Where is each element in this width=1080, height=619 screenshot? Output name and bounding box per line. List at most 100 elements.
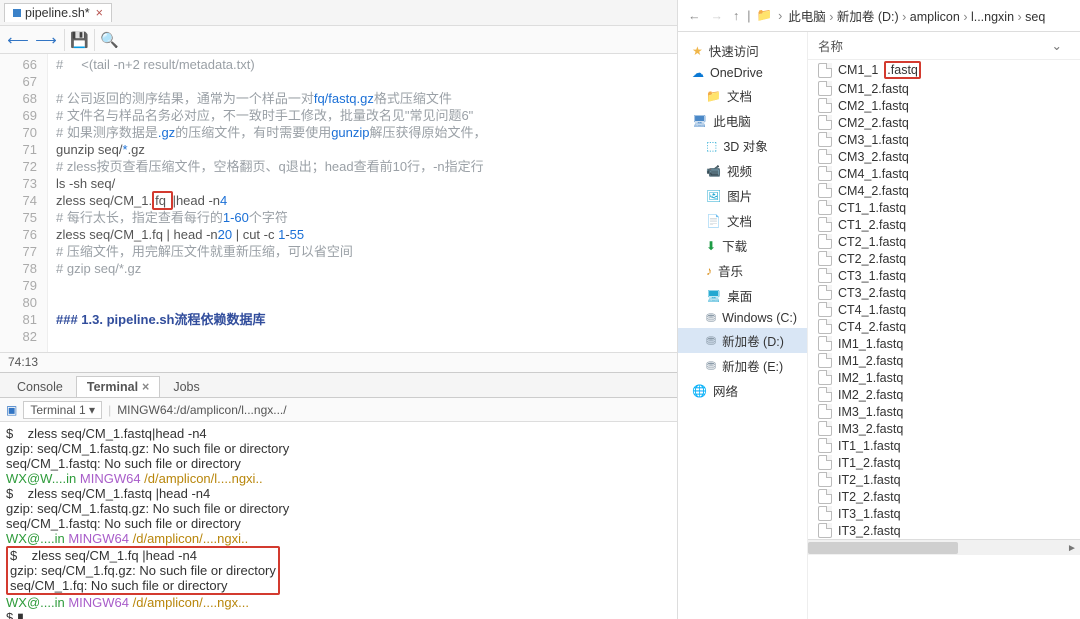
scroll-thumb[interactable] bbox=[808, 542, 958, 554]
line-gutter: 6667686970717273747576777879808182 bbox=[0, 54, 48, 352]
nav-item[interactable]: 🖼图片 bbox=[678, 183, 807, 208]
code-editor[interactable]: 6667686970717273747576777879808182 # <(t… bbox=[0, 54, 677, 352]
panel-tab-console[interactable]: Console bbox=[6, 376, 74, 397]
file-row[interactable]: CT1_2.fastq bbox=[808, 216, 1080, 233]
file-icon bbox=[818, 455, 832, 470]
explorer-breadcrumb[interactable]: ← → ↑ | 📁 › 此电脑 › 新加卷 (D:) › amplicon › … bbox=[678, 0, 1080, 32]
file-row[interactable]: IT2_1.fastq bbox=[808, 471, 1080, 488]
file-row[interactable]: CM1_2.fastq bbox=[808, 80, 1080, 97]
file-row[interactable]: IM3_1.fastq bbox=[808, 403, 1080, 420]
column-header-name[interactable]: 名称 ⌄ bbox=[808, 32, 1080, 60]
panel-tabs: ConsoleTerminal×Jobs bbox=[0, 372, 677, 398]
net-icon: 🌐 bbox=[692, 384, 707, 398]
breadcrumb-path[interactable]: 此电脑 › 新加卷 (D:) › amplicon › l...ngxin › … bbox=[788, 6, 1045, 25]
file-row[interactable]: CM4_2.fastq bbox=[808, 182, 1080, 199]
new-terminal-icon[interactable]: ▣ bbox=[6, 403, 17, 417]
nav-item[interactable]: 🌐网络 bbox=[678, 378, 807, 403]
download-icon: ⬇ bbox=[706, 239, 716, 253]
forward-icon[interactable]: ⟶ bbox=[34, 29, 58, 51]
nav-item[interactable]: 📄文档 bbox=[678, 208, 807, 233]
file-row[interactable]: CT2_2.fastq bbox=[808, 250, 1080, 267]
nav-item[interactable]: ★快速访问 bbox=[678, 38, 807, 63]
nav-item[interactable]: ⬚3D 对象 bbox=[678, 133, 807, 158]
scroll-right-icon[interactable]: ► bbox=[1064, 540, 1080, 556]
file-list[interactable]: 名称 ⌄ CM1_1.fastqCM1_2.fastqCM2_1.fastqCM… bbox=[808, 32, 1080, 619]
file-row[interactable]: CM2_1.fastq bbox=[808, 97, 1080, 114]
file-row[interactable]: CM3_1.fastq bbox=[808, 131, 1080, 148]
file-icon bbox=[818, 115, 832, 130]
panel-tab-jobs[interactable]: Jobs bbox=[162, 376, 210, 397]
nav-fwd-icon[interactable]: → bbox=[709, 9, 726, 23]
star-icon: ★ bbox=[692, 44, 703, 58]
file-row[interactable]: CT4_1.fastq bbox=[808, 301, 1080, 318]
file-icon bbox=[818, 353, 832, 368]
file-row[interactable]: CT3_2.fastq bbox=[808, 284, 1080, 301]
file-icon bbox=[818, 268, 832, 283]
nav-item[interactable]: ☁OneDrive bbox=[678, 63, 807, 83]
file-row[interactable]: IT1_2.fastq bbox=[808, 454, 1080, 471]
file-row[interactable]: IT3_1.fastq bbox=[808, 505, 1080, 522]
file-icon bbox=[818, 421, 832, 436]
nav-item[interactable]: ⛃Windows (C:) bbox=[678, 308, 807, 328]
file-icon bbox=[818, 98, 832, 113]
file-row[interactable]: IT2_2.fastq bbox=[808, 488, 1080, 505]
nav-back-icon[interactable]: ← bbox=[686, 9, 703, 23]
file-icon bbox=[818, 63, 832, 78]
close-tab-icon[interactable]: × bbox=[96, 6, 103, 20]
nav-item[interactable]: ⛃新加卷 (D:) bbox=[678, 328, 807, 353]
file-icon bbox=[818, 132, 832, 147]
file-row[interactable]: CM4_1.fastq bbox=[808, 165, 1080, 182]
file-row[interactable]: CM1_1.fastq bbox=[808, 60, 1080, 80]
file-row[interactable]: IT1_1.fastq bbox=[808, 437, 1080, 454]
panel-tab-terminal[interactable]: Terminal× bbox=[76, 376, 160, 397]
terminal-path: MINGW64:/d/amplicon/l...ngx.../ bbox=[117, 403, 286, 417]
file-row[interactable]: CT4_2.fastq bbox=[808, 318, 1080, 335]
nav-item[interactable]: 🖥桌面 bbox=[678, 283, 807, 308]
horizontal-scrollbar[interactable]: ◄ ► bbox=[808, 539, 1080, 555]
terminal-output[interactable]: $ zless seq/CM_1.fastq|head -n4gzip: seq… bbox=[0, 422, 677, 619]
nav-item[interactable]: ⬇下载 bbox=[678, 233, 807, 258]
terminal-select[interactable]: Terminal 1 ▾ bbox=[23, 401, 102, 419]
file-icon bbox=[818, 234, 832, 249]
file-row[interactable]: CT1_1.fastq bbox=[808, 199, 1080, 216]
file-row[interactable]: CT3_1.fastq bbox=[808, 267, 1080, 284]
nav-item[interactable]: 🖥此电脑 bbox=[678, 108, 807, 133]
nav-up-icon[interactable]: ↑ bbox=[731, 9, 741, 23]
file-icon bbox=[818, 319, 832, 334]
code-lines[interactable]: # <(tail -n+2 result/metadata.txt)# 公司返回… bbox=[48, 54, 677, 352]
nav-item[interactable]: ⛃新加卷 (E:) bbox=[678, 353, 807, 378]
file-row[interactable]: CT2_1.fastq bbox=[808, 233, 1080, 250]
file-icon bbox=[818, 166, 832, 181]
editor-toolbar: ⟵ ⟶ 💾 🔍 bbox=[0, 26, 677, 54]
file-row[interactable]: IM2_1.fastq bbox=[808, 369, 1080, 386]
file-icon bbox=[818, 149, 832, 164]
back-icon[interactable]: ⟵ bbox=[6, 29, 30, 51]
file-row[interactable]: IT3_2.fastq bbox=[808, 522, 1080, 539]
desktop-icon: 🖥 bbox=[706, 289, 721, 303]
search-icon[interactable]: 🔍 bbox=[94, 29, 118, 51]
file-tab[interactable]: pipeline.sh* × bbox=[4, 3, 112, 22]
video-icon: 📹 bbox=[706, 164, 721, 178]
drive-icon: ⛃ bbox=[706, 311, 716, 325]
sort-dropdown-icon[interactable]: ⌄ bbox=[1052, 38, 1062, 53]
file-row[interactable]: CM3_2.fastq bbox=[808, 148, 1080, 165]
nav-item[interactable]: 📁文档 bbox=[678, 83, 807, 108]
nav-item[interactable]: 📹视频 bbox=[678, 158, 807, 183]
nav-tree[interactable]: ★快速访问☁OneDrive📁文档🖥此电脑⬚3D 对象📹视频🖼图片📄文档⬇下载♪… bbox=[678, 32, 808, 619]
close-icon[interactable]: × bbox=[142, 380, 149, 394]
folder-icon: 📁 bbox=[706, 89, 721, 103]
drive-icon: ⛃ bbox=[706, 359, 716, 373]
nav-item[interactable]: ♪音乐 bbox=[678, 258, 807, 283]
file-row[interactable]: CM2_2.fastq bbox=[808, 114, 1080, 131]
folder-icon: 📁 bbox=[757, 8, 773, 23]
file-row[interactable]: IM1_2.fastq bbox=[808, 352, 1080, 369]
file-row[interactable]: IM3_2.fastq bbox=[808, 420, 1080, 437]
file-row[interactable]: IM2_2.fastq bbox=[808, 386, 1080, 403]
file-icon bbox=[818, 200, 832, 215]
file-icon bbox=[818, 472, 832, 487]
file-row[interactable]: IM1_1.fastq bbox=[808, 335, 1080, 352]
save-icon[interactable]: 💾 bbox=[64, 29, 88, 51]
cube-icon: ⬚ bbox=[706, 139, 717, 153]
image-icon: 🖼 bbox=[706, 189, 721, 203]
file-icon bbox=[818, 489, 832, 504]
